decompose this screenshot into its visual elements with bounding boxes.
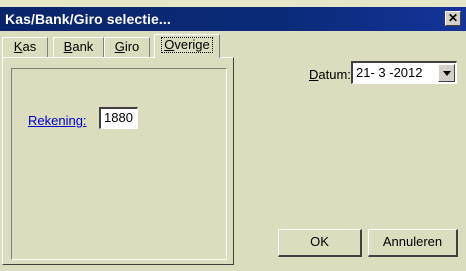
tab-bank[interactable]: Bank	[53, 37, 104, 57]
dialog-title: Kas/Bank/Giro selectie...	[5, 11, 171, 27]
chevron-down-icon	[443, 71, 451, 76]
datum-label-mnemonic: D	[309, 67, 319, 82]
tab-overige[interactable]: Overige	[154, 34, 220, 58]
tab-overige-mnemonic: O	[164, 37, 175, 52]
close-button[interactable]: ✕	[445, 11, 461, 26]
dialog-body: Kas Bank Giro Overige Rekening: 1880 Dat…	[0, 31, 466, 271]
tab-overige-focus: Overige	[161, 37, 213, 53]
tab-giro-label: iro	[124, 39, 140, 54]
tab-kas-label: as	[22, 39, 37, 54]
cancel-button[interactable]: Annuleren	[368, 229, 458, 257]
datum-dropdown-button[interactable]	[438, 64, 455, 82]
datum-label-text: atum:	[318, 67, 351, 82]
screen: Kas/Bank/Giro selectie... ✕ Kas Bank Gir…	[0, 0, 466, 271]
tab-bank-label: ank	[72, 39, 94, 54]
close-icon: ✕	[447, 11, 459, 25]
datum-select[interactable]: 21- 3 -2012	[351, 61, 457, 84]
tab-overige-label: verige	[174, 37, 210, 52]
tab-giro[interactable]: Giro	[104, 37, 150, 57]
tab-panel-overige: Rekening: 1880	[2, 57, 234, 265]
panel-group-box	[11, 68, 227, 260]
rekening-input[interactable]: 1880	[99, 107, 138, 129]
tab-giro-mnemonic: G	[114, 39, 125, 54]
datum-label: Datum:	[309, 67, 351, 82]
rekening-link[interactable]: Rekening:	[28, 113, 87, 128]
background-window-fragment	[0, 0, 466, 4]
ok-button[interactable]: OK	[278, 229, 362, 257]
tab-kas[interactable]: Kas	[2, 37, 48, 57]
dialog-titlebar[interactable]: Kas/Bank/Giro selectie... ✕	[0, 7, 466, 31]
datum-value[interactable]: 21- 3 -2012	[356, 65, 423, 80]
